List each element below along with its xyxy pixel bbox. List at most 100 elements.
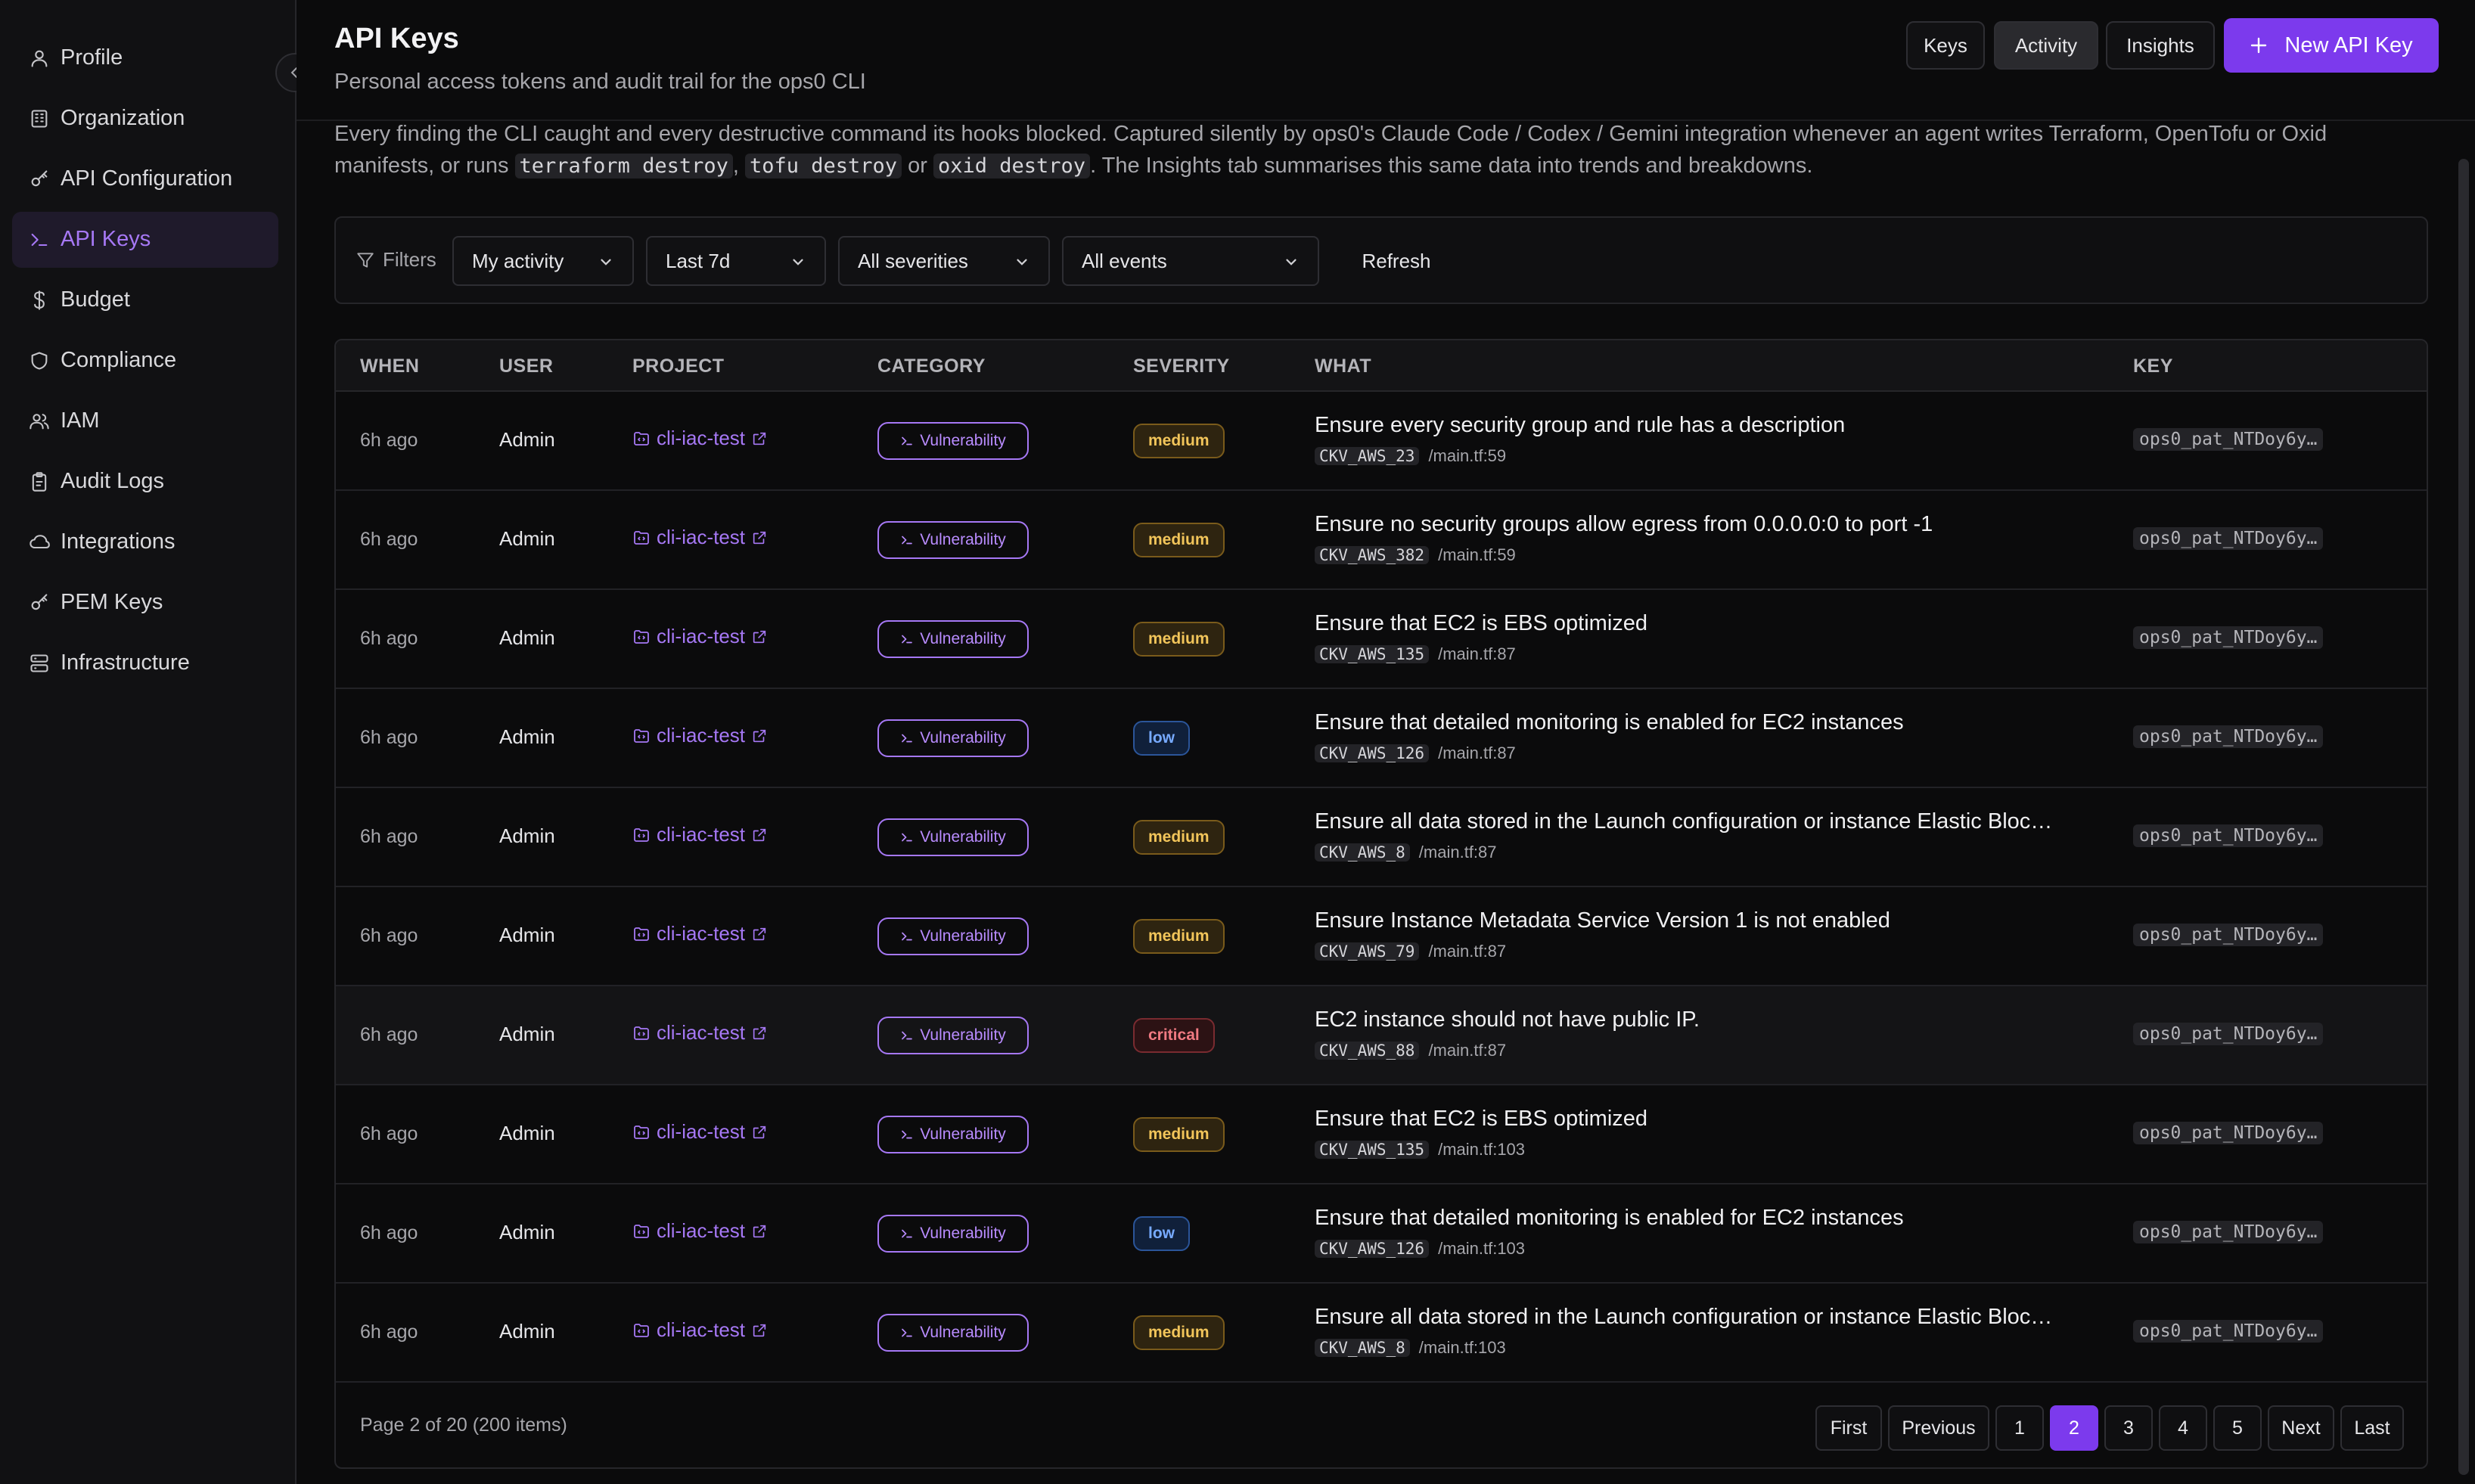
category-badge: Vulnerability [877,1017,1029,1054]
table-row[interactable]: 6h ago Admin cli-iac-test Vulnerability low E… [336,1184,2427,1284]
project-link[interactable]: cli-iac-test [632,922,768,945]
sidebar-item-infrastructure[interactable]: Infrastructure [12,635,278,691]
project-name: cli-iac-test [657,1021,746,1044]
folder-code-icon [634,629,649,644]
finding-meta: CKV_AWS_88/main.tf:87 [1315,1041,1506,1060]
table-row[interactable]: 6h ago Admin cli-iac-test Vulnerability medi… [336,491,2427,590]
pagination-previous-button[interactable]: Previous [1888,1405,1989,1451]
file-location: /main.tf:87 [1428,942,1507,961]
category-badge: Vulnerability [877,620,1029,658]
cell-user: Admin [499,527,555,550]
column-header-severity: SEVERITY [1133,355,1230,377]
table-row[interactable]: 6h ago Admin cli-iac-test Vulnerability medi… [336,590,2427,689]
finding-title: Ensure every security group and rule has… [1315,413,1846,437]
new-api-key-button[interactable]: New API Key [2224,18,2439,73]
page-subtitle: Personal access tokens and audit trail f… [334,70,866,94]
finding-title: EC2 instance should not have public IP. [1315,1007,1700,1032]
project-link[interactable]: cli-iac-test [632,1021,768,1045]
api-key-prefix: ops0_pat_NTDoy6y… [2133,1023,2324,1045]
chevron-down-icon [1286,259,1297,265]
api-key-prefix: ops0_pat_NTDoy6y… [2133,1320,2324,1343]
sidebar-item-audit-logs[interactable]: Audit Logs [12,454,278,510]
refresh-button[interactable]: Refresh [1351,236,1442,286]
tab-insights[interactable]: Insights [2106,21,2215,70]
project-link[interactable]: cli-iac-test [632,1219,768,1243]
table-row[interactable]: 6h ago Admin cli-iac-test Vulnerability medi… [336,788,2427,887]
table-row[interactable]: 6h ago Admin cli-iac-test Vulnerability crit… [336,986,2427,1085]
folder-code-icon [634,1026,649,1040]
check-id: CKV_AWS_126 [1315,1240,1430,1258]
sidebar-item-budget[interactable]: Budget [12,272,278,328]
dollar-icon [34,290,45,310]
project-link[interactable]: cli-iac-test [632,823,768,846]
folder-code-icon [634,728,649,743]
external-link-icon [753,630,766,643]
finding-meta: CKV_AWS_135/main.tf:87 [1315,644,1516,664]
range-select[interactable]: Last 7d [646,236,826,286]
sidebar-item-pem-keys[interactable]: PEM Keys [12,575,278,631]
scope-select[interactable]: My activity [452,236,634,286]
pagination-page-5[interactable]: 5 [2213,1405,2262,1451]
table-row[interactable]: 6h ago Admin cli-iac-test Vulnerability low E… [336,689,2427,788]
cell-when: 6h ago [360,727,418,748]
tab-activity[interactable]: Activity [1994,21,2098,70]
pagination-page-3[interactable]: 3 [2104,1405,2153,1451]
table-row[interactable]: 6h ago Admin cli-iac-test Vulnerability medi… [336,887,2427,986]
cell-user: Admin [499,1320,555,1343]
table-row[interactable]: 6h ago Admin cli-iac-test Vulnerability medi… [336,1085,2427,1184]
cell-when: 6h ago [360,628,418,649]
shield-icon [31,352,48,370]
pagination-page-1[interactable]: 1 [1995,1405,2044,1451]
pagination-page-2[interactable]: 2 [2050,1405,2098,1451]
folder-code-icon [634,1323,649,1337]
pagination-last-button[interactable]: Last [2340,1405,2404,1451]
finding-title: Ensure that detailed monitoring is enabl… [1315,1206,1904,1230]
severity-badge: medium [1133,622,1225,657]
scope-select-value: My activity [472,250,564,272]
sidebar-item-organization[interactable]: Organization [12,91,278,147]
severity-badge: critical [1133,1018,1215,1053]
pagination-first-button[interactable]: First [1815,1405,1882,1451]
pagination-next-button[interactable]: Next [2268,1405,2334,1451]
sidebar-item-api-configuration[interactable]: API Configuration [12,151,278,207]
severity-select-value: All severities [858,250,968,272]
sidebar-item-compliance[interactable]: Compliance [12,333,278,389]
terminal-icon [902,1031,913,1040]
table-row[interactable]: 6h ago Admin cli-iac-test Vulnerability medi… [336,392,2427,491]
pagination-page-4[interactable]: 4 [2159,1405,2207,1451]
project-link[interactable]: cli-iac-test [632,526,768,549]
sidebar-item-iam[interactable]: IAM [12,393,278,449]
column-header-project: PROJECT [632,355,725,377]
table-row[interactable]: 6h ago Admin cli-iac-test Vulnerability medi… [336,1284,2427,1383]
cell-when: 6h ago [360,826,418,847]
finding-meta: CKV_AWS_23/main.tf:59 [1315,446,1506,466]
sidebar-item-label: IAM [61,408,100,433]
finding-meta: CKV_AWS_8/main.tf:103 [1315,1338,1506,1358]
project-link[interactable]: cli-iac-test [632,724,768,747]
api-key-prefix: ops0_pat_NTDoy6y… [2133,428,2324,451]
column-header-key: KEY [2133,355,2173,377]
severity-badge: medium [1133,1315,1225,1350]
events-select[interactable]: All events [1062,236,1319,286]
api-key-prefix: ops0_pat_NTDoy6y… [2133,527,2324,550]
sidebar-item-api-keys[interactable]: API Keys [12,212,278,268]
sidebar: Profile Organization API Configuration API … [0,0,297,1484]
project-link[interactable]: cli-iac-test [632,625,768,648]
project-link[interactable]: cli-iac-test [632,1120,768,1144]
check-id: CKV_AWS_23 [1315,447,1420,465]
category-badge: Vulnerability [877,422,1029,460]
pagination-info: Page 2 of 20 (200 items) [360,1414,567,1436]
category-label: Vulnerability [920,630,1006,647]
tab-keys[interactable]: Keys [1906,21,1985,70]
project-link[interactable]: cli-iac-test [632,427,768,450]
project-link[interactable]: cli-iac-test [632,1318,768,1342]
file-location: /main.tf:103 [1418,1338,1506,1357]
severity-badge: medium [1133,820,1225,855]
sidebar-item-profile[interactable]: Profile [12,30,278,86]
clipboard-icon [32,472,47,492]
sidebar-item-integrations[interactable]: Integrations [12,514,278,570]
page-scrollbar[interactable] [2458,159,2469,1475]
sidebar-item-label: Profile [61,45,123,70]
severity-select[interactable]: All severities [838,236,1050,286]
terminal-icon [902,1229,913,1238]
